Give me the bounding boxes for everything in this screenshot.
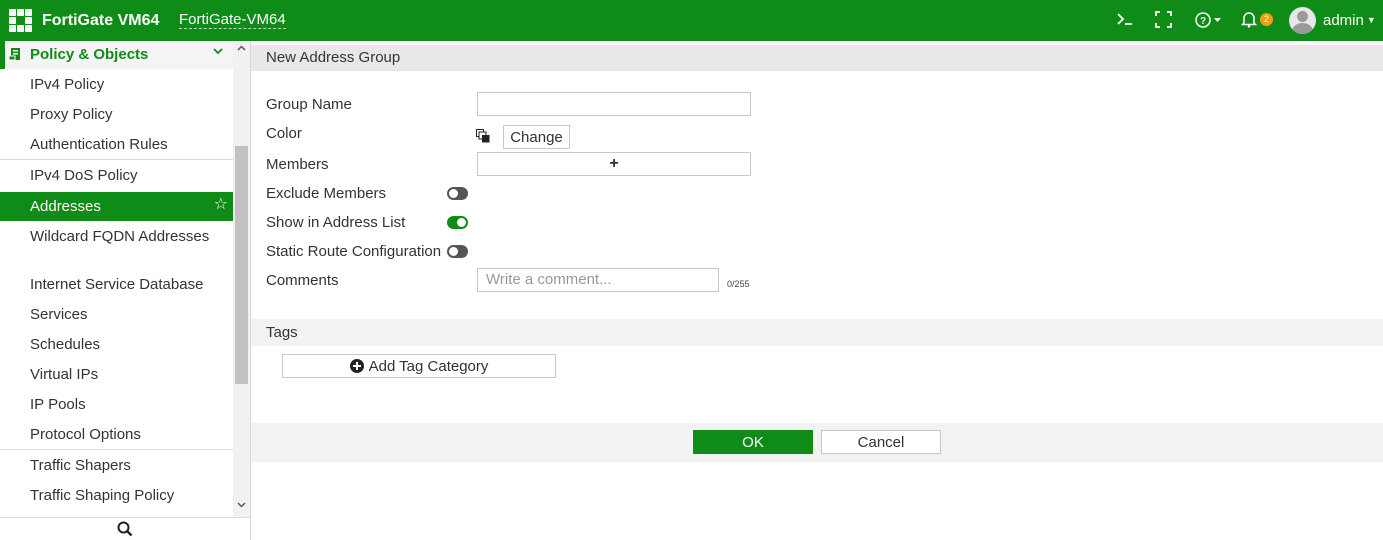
favorite-star-icon[interactable]: ☆	[214, 196, 228, 214]
bell-icon[interactable]	[1240, 11, 1258, 33]
sidebar-item-ipv4-policy[interactable]: IPv4 Policy	[0, 76, 233, 94]
plus-circle-icon	[349, 359, 364, 373]
plus-icon: +	[609, 155, 619, 172]
top-bar: FortiGate VM64 FortiGate-VM64 ? 2 admin ▼	[0, 0, 1383, 41]
user-name: admin	[1323, 12, 1364, 29]
static-route-label: Static Route Configuration	[266, 243, 442, 260]
sidebar-divider	[0, 159, 233, 160]
comments-textarea[interactable]	[477, 268, 719, 292]
fullscreen-icon[interactable]	[1155, 11, 1172, 33]
sidebar-item-traffic-shaping-policy[interactable]: Traffic Shaping Policy	[0, 487, 233, 505]
notification-badge[interactable]: 2	[1260, 13, 1273, 26]
comments-label: Comments	[266, 272, 339, 289]
user-avatar-icon[interactable]	[1289, 7, 1316, 34]
page-title: New Address Group	[266, 49, 401, 66]
main-content: New Address Group Group Name Color Chang…	[251, 41, 1383, 540]
sidebar-item-authentication-rules[interactable]: Authentication Rules	[0, 136, 233, 154]
sidebar-item-addresses[interactable]: Addresses ☆	[0, 192, 233, 221]
nav-section-policy-objects[interactable]: Policy & Objects	[0, 41, 233, 69]
help-icon[interactable]: ?	[1195, 11, 1223, 34]
sidebar-item-ip-pools[interactable]: IP Pools	[0, 396, 233, 414]
scrollbar-thumb[interactable]	[235, 146, 248, 384]
exclude-members-label: Exclude Members	[266, 185, 387, 202]
sidebar-item-services[interactable]: Services	[0, 306, 233, 324]
form-footer: OK Cancel	[251, 423, 1383, 462]
group-name-label: Group Name	[266, 96, 352, 113]
policy-objects-icon	[9, 48, 20, 61]
sidebar-item-traffic-shapers[interactable]: Traffic Shapers	[0, 457, 233, 475]
user-menu[interactable]: admin ▼	[1323, 12, 1376, 29]
sidebar-item-wildcard-fqdn[interactable]: Wildcard FQDN Addresses	[0, 228, 233, 246]
nav-section-label: Policy & Objects	[30, 46, 149, 63]
show-in-address-list-label: Show in Address List	[266, 214, 406, 231]
exclude-members-toggle[interactable]	[447, 187, 468, 200]
page-title-bar: New Address Group	[251, 45, 1383, 71]
sidebar-item-schedules[interactable]: Schedules	[0, 336, 233, 354]
hostname-link[interactable]: FortiGate-VM64	[179, 12, 286, 29]
static-route-toggle[interactable]	[447, 245, 468, 258]
members-add-field[interactable]: +	[477, 152, 751, 176]
sidebar-item-virtual-ips[interactable]: Virtual IPs	[0, 366, 233, 384]
add-tag-category-button[interactable]: Add Tag Category	[282, 354, 556, 378]
search-icon[interactable]	[117, 521, 133, 537]
sidebar-item-label: Addresses	[30, 198, 101, 215]
ok-button[interactable]: OK	[693, 430, 813, 454]
comments-char-counter: 0/255	[727, 279, 750, 289]
svg-text:?: ?	[1200, 16, 1206, 27]
chevron-down-icon[interactable]	[212, 45, 224, 60]
members-label: Members	[266, 156, 329, 173]
sidebar-nav: Policy & Objects IPv4 Policy Proxy Polic…	[0, 41, 233, 517]
add-tag-category-label: Add Tag Category	[368, 358, 489, 375]
show-in-address-list-toggle[interactable]	[447, 216, 468, 229]
sidebar-item-proxy-policy[interactable]: Proxy Policy	[0, 106, 233, 124]
sidebar-item-ipv4-dos-policy[interactable]: IPv4 DoS Policy	[0, 167, 233, 185]
product-name: FortiGate VM64	[42, 12, 160, 29]
color-label: Color	[266, 125, 302, 142]
cancel-button[interactable]: Cancel	[821, 430, 941, 454]
color-swatch-icon	[476, 129, 490, 143]
change-color-button[interactable]: Change	[503, 125, 570, 149]
sidebar-item-protocol-options[interactable]: Protocol Options	[0, 426, 233, 444]
sidebar-scrollbar[interactable]	[233, 41, 250, 517]
fortinet-logo-icon	[9, 9, 33, 33]
tags-label: Tags	[266, 324, 298, 341]
sidebar-item-internet-service-db[interactable]: Internet Service Database	[0, 276, 233, 294]
sidebar-divider	[0, 449, 233, 450]
scroll-down-arrow-icon[interactable]	[233, 500, 250, 511]
tags-section-header: Tags	[251, 319, 1383, 346]
sidebar-search[interactable]	[0, 517, 250, 540]
scroll-up-arrow-icon[interactable]	[233, 43, 250, 54]
sidebar: Policy & Objects IPv4 Policy Proxy Polic…	[0, 41, 251, 540]
group-name-input[interactable]	[477, 92, 751, 116]
brand[interactable]: FortiGate VM64	[9, 9, 159, 33]
cli-console-icon[interactable]	[1116, 11, 1134, 32]
caret-down-icon: ▼	[1366, 15, 1376, 25]
